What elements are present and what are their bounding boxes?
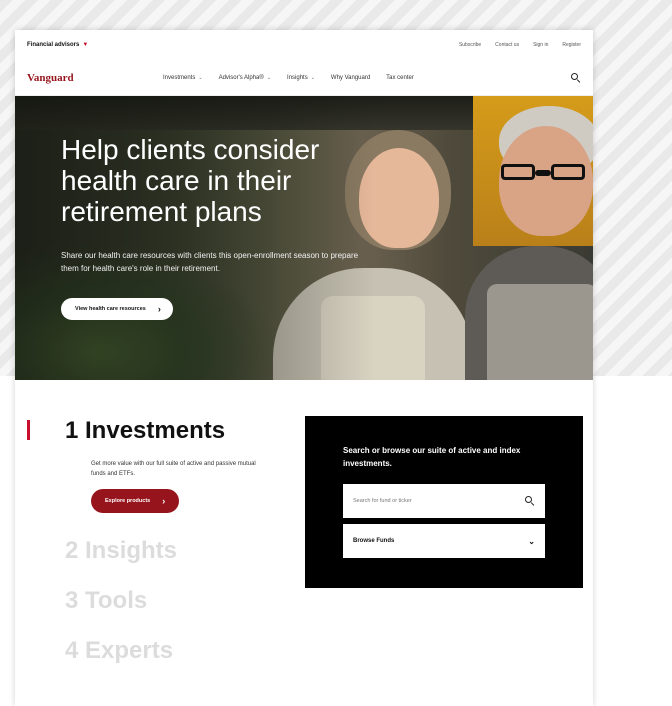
hero-photo-glasses <box>501 164 591 180</box>
product-section: 1 Investments Get more value with our fu… <box>15 380 593 706</box>
nav-item-why-vanguard[interactable]: Why Vanguard <box>331 75 370 81</box>
subscribe-link[interactable]: Subscribe <box>459 42 481 48</box>
nav-item-tax-center[interactable]: Tax center <box>386 75 414 81</box>
step-experts[interactable]: 4 Experts <box>65 637 173 665</box>
audience-label: Financial advisors <box>27 42 80 48</box>
nav-item-label: Investments <box>163 74 196 81</box>
contact-us-link[interactable]: Contact us <box>495 42 519 48</box>
fund-search-input[interactable] <box>353 498 525 504</box>
audience-selector[interactable]: Financial advisors ▼ <box>27 42 88 48</box>
chevron-down-icon: ⌄ <box>266 74 272 81</box>
explore-products-button[interactable]: Explore products › <box>91 489 180 513</box>
button-label: View health care resources <box>75 306 146 312</box>
chevron-right-icon: › <box>157 304 161 314</box>
chevron-down-icon: ▼ <box>82 42 89 48</box>
nav-item-insights[interactable]: Insights ⌄ <box>287 75 315 81</box>
nav-item-label: Tax center <box>386 74 414 81</box>
step-tools[interactable]: 3 Tools <box>65 587 147 615</box>
chevron-down-icon: ⌄ <box>198 74 203 81</box>
browse-funds-label: Browse Funds <box>353 538 395 544</box>
hero-title: Help clients consider health care in the… <box>61 134 320 227</box>
search-icon[interactable] <box>571 72 581 83</box>
fund-search-panel: Search or browse our suite of active and… <box>305 416 583 588</box>
browse-funds-dropdown[interactable]: Browse Funds ⌄ <box>343 524 545 558</box>
nav-menu: Investments ⌄ Advisor's Alpha® ⌄ Insight… <box>163 75 571 81</box>
main-nav: Vanguard Investments ⌄ Advisor's Alpha® … <box>15 60 593 96</box>
chevron-down-icon: ⌄ <box>310 74 315 81</box>
nav-item-investments[interactable]: Investments ⌄ <box>163 75 203 81</box>
utility-links: Subscribe Contact us Sign in Register <box>459 42 581 48</box>
view-health-care-resources-button[interactable]: View health care resources › <box>61 298 173 320</box>
nav-item-label: Advisor's Alpha® <box>218 74 264 81</box>
hero-banner: Help clients consider health care in the… <box>15 96 593 380</box>
chevron-down-icon: ⌄ <box>528 536 535 546</box>
button-label: Explore products <box>105 498 151 504</box>
active-step-indicator <box>27 420 30 440</box>
utility-bar: Financial advisors ▼ Subscribe Contact u… <box>15 30 593 60</box>
nav-item-advisors-alpha[interactable]: Advisor's Alpha® ⌄ <box>219 75 271 81</box>
hero-subtitle: Share our health care resources with cli… <box>61 251 359 273</box>
vanguard-logo[interactable]: Vanguard <box>27 72 163 84</box>
step-investments[interactable]: 1 Investments <box>65 417 225 445</box>
sign-in-link[interactable]: Sign in <box>533 42 548 48</box>
nav-item-label: Insights <box>287 74 308 81</box>
nav-item-label: Why Vanguard <box>330 74 371 81</box>
webpage: Financial advisors ▼ Subscribe Contact u… <box>15 30 593 706</box>
register-link[interactable]: Register <box>562 42 581 48</box>
hero-photo-man-face <box>499 126 593 236</box>
panel-heading: Search or browse our suite of active and… <box>343 446 521 468</box>
hero-photo-man-apron <box>487 284 593 380</box>
fund-search-box <box>343 484 545 518</box>
chevron-right-icon: › <box>162 496 166 506</box>
step-insights[interactable]: 2 Insights <box>65 537 177 565</box>
search-icon[interactable] <box>525 496 535 506</box>
step-description: Get more value with our full suite of ac… <box>91 461 256 477</box>
